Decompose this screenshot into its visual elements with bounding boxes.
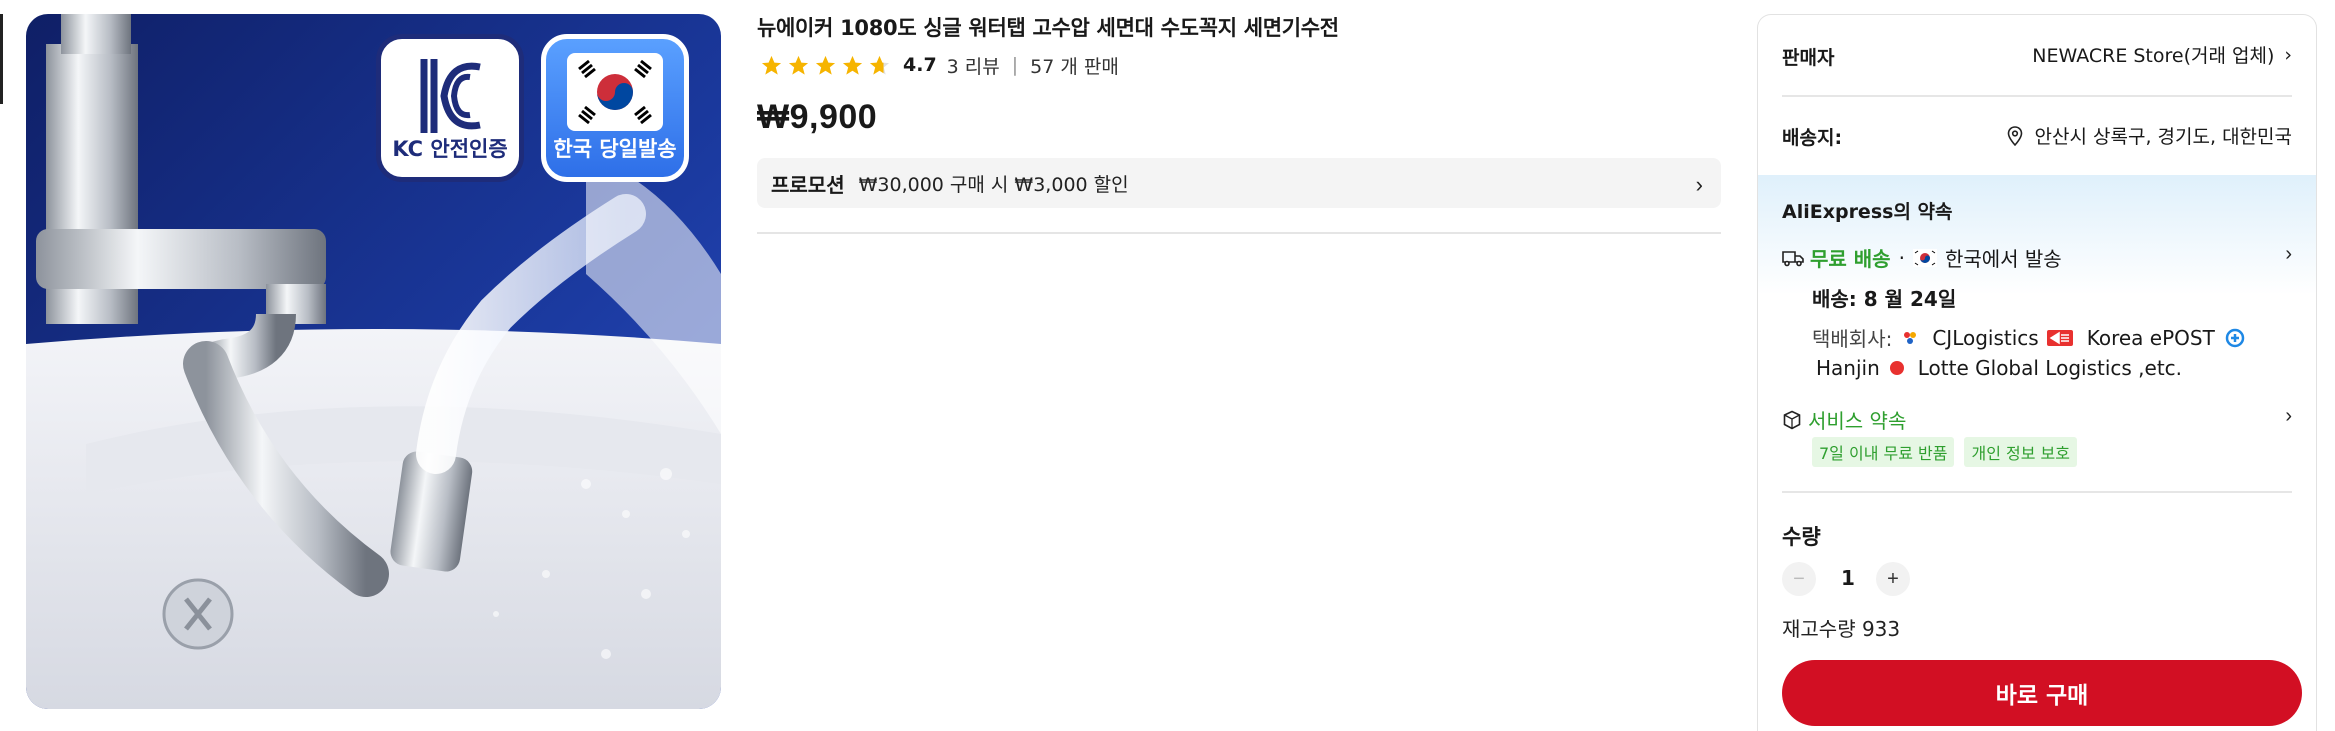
divider — [1782, 95, 2292, 97]
buy-now-button[interactable]: 바로 구매 — [1782, 660, 2302, 726]
quantity-increase-button[interactable]: + — [1876, 562, 1910, 596]
star-half-icon — [869, 55, 890, 75]
star-icon — [842, 55, 863, 75]
ship-to-location[interactable]: 안산시 상록구, 경기도, 대한민국 — [2007, 122, 2292, 149]
divider — [1782, 491, 2292, 493]
seller-name: NEWACRE Store(거래 업체) — [2032, 45, 2275, 67]
kc-logo-icon — [420, 59, 481, 133]
hanjin-logo-icon — [2225, 328, 2245, 347]
promise-section-background — [1758, 175, 2316, 295]
rating-row[interactable]: 4.7 3 리뷰 | 57 개 판매 — [760, 52, 1119, 78]
shipping-row[interactable]: 무료 배송 · 한국에서 발송 — [1782, 243, 2062, 272]
chevron-right-icon: › — [1695, 172, 1703, 197]
korean-flag-icon — [567, 53, 663, 131]
quantity-decrease-button[interactable]: − — [1782, 562, 1816, 596]
carrier-korea-epost: Korea ePOST — [2086, 325, 2215, 350]
carrier-lotte: Lotte Global Logistics ,etc. — [1917, 356, 2183, 380]
seller-label: 판매자 — [1782, 47, 1835, 69]
rating-stars — [760, 54, 891, 77]
purchase-panel: 판매자 NEWACRE Store(거래 업체) › 배송지: 안산시 상록구,… — [1757, 14, 2317, 731]
dot-separator: · — [1898, 245, 1905, 270]
rating-separator: | — [1011, 54, 1019, 76]
ship-to-text: 안산시 상록구, 경기도, 대한민국 — [2034, 126, 2292, 148]
carriers-label: 택배회사: — [1812, 327, 1893, 351]
service-promise-label: 서비스 약속 — [1808, 409, 1907, 433]
lotte-logo-icon — [1889, 361, 1904, 375]
carriers-row: 택배회사: CJLogistics Korea ePOST — [1812, 323, 2245, 352]
chevron-right-icon: › — [2284, 43, 2292, 66]
truck-icon — [1782, 250, 1804, 266]
ships-from-text: 한국에서 발송 — [1944, 247, 2062, 271]
delivery-date: 배송: 8 월 24일 — [1812, 287, 1957, 311]
carrier-hanjin: Hanjin — [1816, 356, 1880, 380]
korea-same-day-badge: 한국 당일발송 — [541, 34, 689, 182]
ship-to-label: 배송지: — [1782, 127, 1843, 149]
service-promise-row[interactable]: 서비스 약속 — [1782, 405, 1906, 434]
location-pin-icon — [2007, 125, 2022, 146]
promotion-tag: 프로모션 — [771, 172, 845, 197]
free-return-tag: 7일 이내 무료 반품 — [1812, 437, 1955, 467]
left-edge-indicator — [0, 14, 3, 104]
star-icon — [761, 55, 782, 75]
seller-link[interactable]: NEWACRE Store(거래 업체) › — [2032, 41, 2292, 68]
divider — [757, 232, 1721, 234]
product-image[interactable]: KC 안전인증 한국 당일발송 — [26, 14, 721, 709]
promotion-text: ₩30,000 구매 시 ₩3,000 할인 — [858, 173, 1129, 196]
promise-title: AliExpress의 약속 — [1782, 201, 1953, 223]
chevron-right-icon[interactable]: › — [2285, 243, 2292, 266]
kc-certification-badge: KC 안전인증 — [376, 34, 524, 182]
product-title: 뉴에이커 1080도 싱글 워터탭 고수압 세면대 수도꼭지 세면기수전 — [757, 16, 1339, 40]
cj-logo-icon — [1904, 331, 1917, 344]
quantity-value[interactable]: 1 — [1841, 566, 1855, 590]
chevron-right-icon[interactable]: › — [2285, 405, 2292, 428]
promotion-banner[interactable]: 프로모션 ₩30,000 구매 시 ₩3,000 할인 › — [757, 158, 1721, 208]
privacy-tag: 개인 정보 보호 — [1964, 437, 2077, 467]
service-tags: 7일 이내 무료 반품 개인 정보 보호 — [1812, 437, 2087, 467]
carrier-cj: CJLogistics — [1932, 325, 2039, 350]
korea-post-logo-icon — [2046, 329, 2073, 346]
stock-count: 재고수량 933 — [1782, 617, 1901, 641]
star-icon — [815, 55, 836, 75]
star-icon — [788, 55, 809, 75]
free-shipping-label: 무료 배송 — [1810, 247, 1891, 271]
rating-score: 4.7 — [903, 54, 937, 76]
product-price: ₩9,900 — [757, 98, 878, 136]
carriers-row-2: Hanjin Lotte Global Logistics ,etc. — [1816, 356, 2182, 380]
quantity-label: 수량 — [1782, 525, 1821, 549]
korean-flag-icon — [1912, 248, 1937, 267]
sold-count: 57 개 판매 — [1030, 55, 1119, 78]
kr-badge-caption: 한국 당일발송 — [553, 137, 677, 161]
shield-icon — [1783, 410, 1801, 429]
review-count-link[interactable]: 3 리뷰 — [947, 52, 1000, 79]
